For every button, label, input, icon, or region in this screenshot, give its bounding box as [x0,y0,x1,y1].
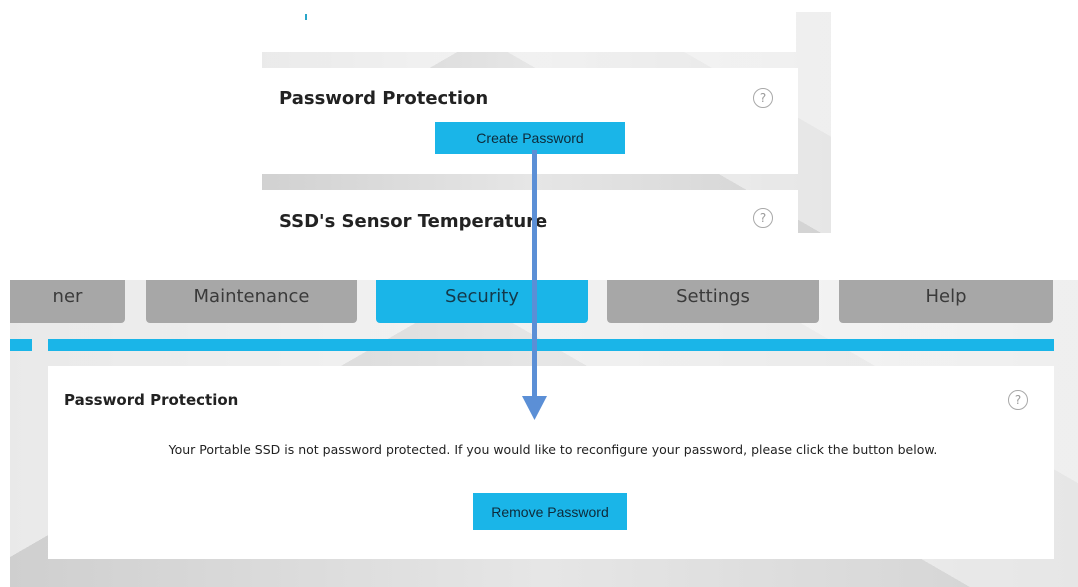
status-message: Your Portable SSD is not password protec… [168,442,938,457]
tab-help[interactable]: Help [839,280,1053,323]
sensor-temperature-title: SSD's Sensor Temperature [279,211,548,232]
arrow-head [522,396,547,420]
top-left-blank-lower [232,12,244,233]
arrow-down-icon [522,150,547,420]
section-title: Password Protection [279,88,489,109]
previous-section-card [262,12,796,52]
help-icon[interactable]: ? [753,208,773,228]
section-title: Password Protection [64,391,239,409]
remove-password-button[interactable]: Remove Password [473,493,627,530]
tab-security[interactable]: Security [376,280,588,323]
tab-maintenance[interactable]: Maintenance [146,280,357,323]
cursor-mark [305,14,307,20]
accent-bar-left [10,339,32,351]
arrow-shaft [532,150,537,398]
help-icon[interactable]: ? [753,88,773,108]
tab-partial[interactable]: ner [10,280,125,323]
help-icon[interactable]: ? [1008,390,1028,410]
tab-settings[interactable]: Settings [607,280,819,323]
